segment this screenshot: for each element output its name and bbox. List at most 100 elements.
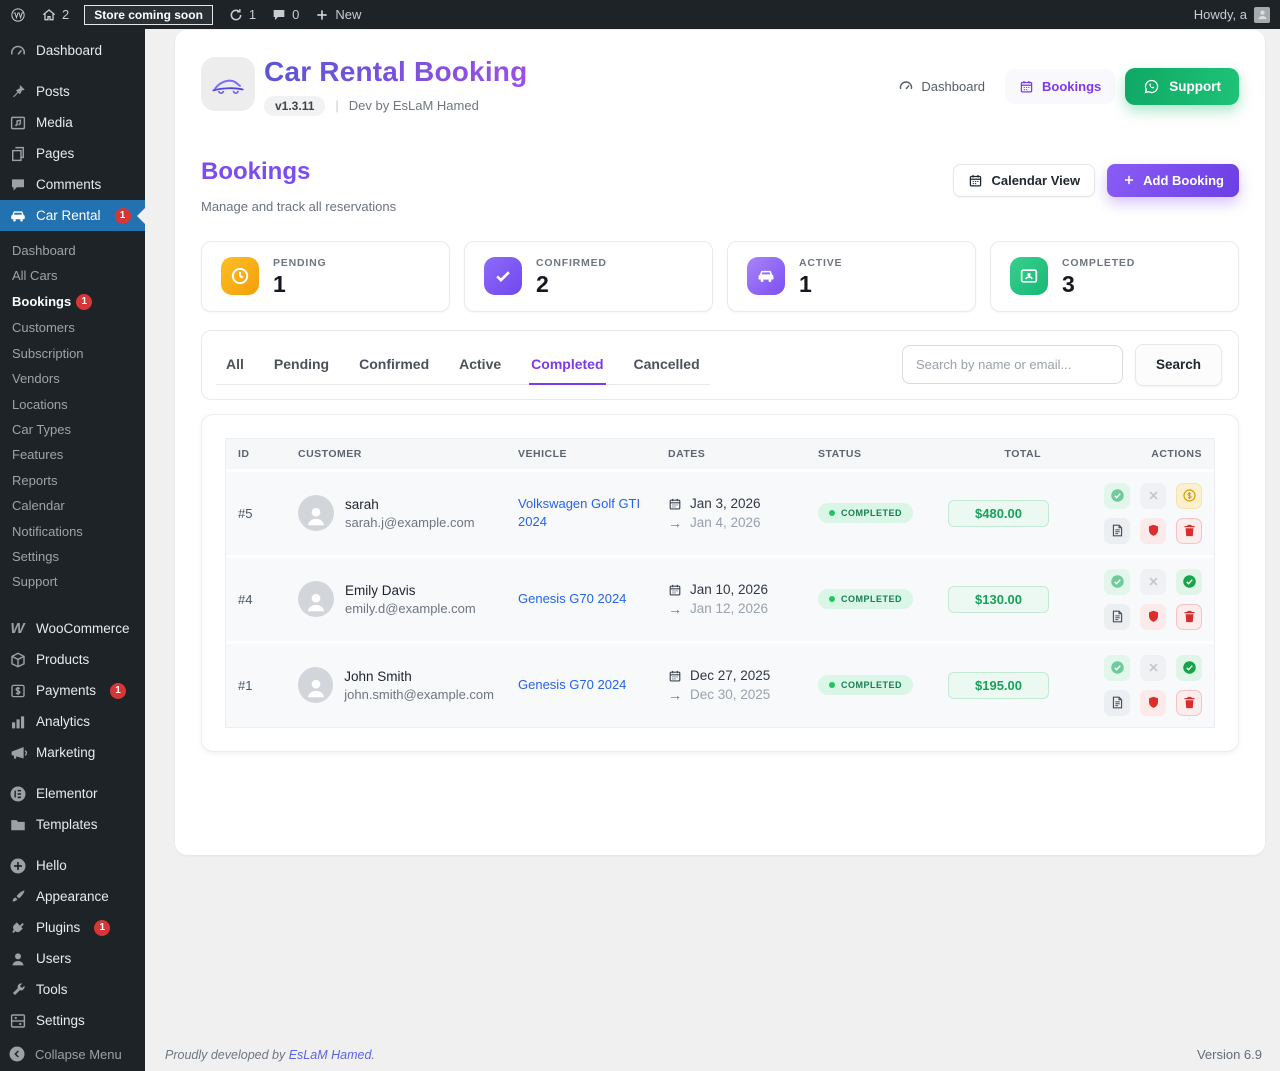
status-tabs: All Pending Confirmed Active Completed Cancel… — [216, 356, 710, 386]
sidebar-item-woocommerce[interactable]: W WooCommerce — [0, 613, 145, 644]
store-coming-soon-badge[interactable]: Store coming soon — [84, 4, 213, 25]
tab-cancelled[interactable]: Cancelled — [634, 356, 700, 372]
submenu-item-support[interactable]: Support — [0, 570, 145, 595]
bookings-table: ID CUSTOMER VEHICLE DATES STATUS TOTAL ACTIONS… — [225, 437, 1215, 728]
sidebar-item-appearance[interactable]: Appearance — [0, 881, 145, 912]
products-icon — [8, 651, 27, 669]
submenu-item-settings[interactable]: Settings — [0, 544, 145, 569]
action-trash-button[interactable] — [1176, 689, 1202, 716]
action-trash-button[interactable] — [1176, 603, 1202, 630]
site-home-menu[interactable]: 2 — [41, 7, 69, 23]
updates-menu[interactable]: 1 — [228, 7, 256, 23]
action-check-circle-button[interactable] — [1104, 482, 1130, 509]
submenu-item-customers[interactable]: Customers — [0, 316, 145, 341]
action-check-circle-button[interactable] — [1176, 568, 1202, 595]
developer-link[interactable]: EsLaM Hamed — [289, 1048, 372, 1062]
submenu-item-bookings[interactable]: Bookings 1 — [0, 289, 145, 316]
tab-all[interactable]: All — [226, 356, 244, 372]
nav-dashboard-link[interactable]: Dashboard — [888, 70, 995, 102]
vehicle-link[interactable]: Volkswagen Golf GTI 2024 — [518, 496, 640, 529]
account-menu[interactable]: Howdy, a — [1194, 6, 1280, 23]
collapse-menu-button[interactable]: Collapse Menu — [0, 1036, 145, 1071]
sidebar-item-tools[interactable]: Tools — [0, 974, 145, 1005]
submenu-item-all-cars[interactable]: All Cars — [0, 263, 145, 288]
users-icon — [8, 950, 27, 968]
submenu-item-locations[interactable]: Locations — [0, 392, 145, 417]
new-content-menu[interactable]: New — [314, 7, 361, 23]
action-x-button[interactable] — [1140, 568, 1166, 595]
submenu-item-subscription[interactable]: Subscription — [0, 341, 145, 366]
sidebar-item-analytics[interactable]: Analytics — [0, 706, 145, 737]
total-amount: $480.00 — [948, 499, 1049, 527]
action-x-button[interactable] — [1140, 654, 1166, 681]
submenu-item-notifications[interactable]: Notifications — [0, 519, 145, 544]
action-invoice-button[interactable] — [1104, 689, 1130, 716]
sidebar-item-products[interactable]: Products — [0, 644, 145, 675]
support-button[interactable]: Support — [1125, 67, 1239, 105]
home-icon — [41, 7, 57, 23]
sidebar-item-payments[interactable]: Payments 1 — [0, 675, 145, 706]
sidebar-item-comments[interactable]: Comments — [0, 169, 145, 200]
submenu-item-features[interactable]: Features — [0, 443, 145, 468]
action-invoice-button[interactable] — [1104, 603, 1130, 630]
booking-id: #1 — [238, 677, 253, 693]
dashboard-icon — [898, 78, 914, 94]
action-x-button[interactable] — [1140, 482, 1166, 509]
admin-menu: Dashboard Posts Media Pages Comments Car Rent… — [0, 29, 145, 1036]
sidebar-item-dashboard[interactable]: Dashboard — [0, 35, 145, 66]
sidebar-item-settings[interactable]: Settings — [0, 1005, 145, 1036]
count-badge: 1 — [114, 207, 131, 224]
vehicle-link[interactable]: Genesis G70 2024 — [518, 591, 626, 606]
status-dot — [829, 596, 835, 603]
tab-pending[interactable]: Pending — [274, 356, 329, 372]
collapse-menu-label: Collapse Menu — [35, 1046, 122, 1062]
action-trash-button[interactable] — [1176, 517, 1202, 544]
action-check-circle-button[interactable] — [1176, 654, 1202, 681]
submenu-item-dashboard[interactable]: Dashboard — [0, 238, 145, 263]
sidebar-item-label: Posts — [36, 84, 70, 99]
sidebar-item-elementor[interactable]: Elementor — [0, 778, 145, 809]
action-shield-button[interactable] — [1140, 517, 1166, 544]
action-shield-button[interactable] — [1140, 603, 1166, 630]
vehicle-link[interactable]: Genesis G70 2024 — [518, 677, 626, 692]
sidebar-item-templates[interactable]: Templates — [0, 809, 145, 840]
payments-icon — [8, 682, 27, 700]
version-badge: v1.3.11 — [264, 95, 326, 116]
nav-bookings-link[interactable]: Bookings — [1005, 68, 1116, 104]
action-check-circle-button[interactable] — [1104, 568, 1130, 595]
date-start: Jan 3, 2026 — [690, 496, 761, 512]
add-booking-button[interactable]: Add Booking — [1107, 163, 1239, 197]
sidebar-item-label: WooCommerce — [36, 621, 130, 637]
whatsapp-icon — [1143, 78, 1160, 95]
check-icon — [493, 266, 513, 286]
arrow-right-icon: → — [668, 686, 682, 703]
search-input[interactable] — [901, 345, 1123, 385]
submenu-item-reports[interactable]: Reports — [0, 468, 145, 493]
calendar-view-button[interactable]: Calendar View — [953, 163, 1096, 197]
action-check-circle-button[interactable] — [1104, 654, 1130, 681]
submenu-item-calendar[interactable]: Calendar — [0, 494, 145, 519]
stat-card-confirmed: CONFIRMED 2 — [464, 240, 713, 312]
tab-confirmed[interactable]: Confirmed — [359, 356, 429, 372]
submenu-item-car-types[interactable]: Car Types — [0, 417, 145, 442]
submenu-item-vendors[interactable]: Vendors — [0, 367, 145, 392]
sidebar-item-car-rental[interactable]: Car Rental 1 — [0, 200, 145, 231]
row-actions — [1065, 654, 1202, 716]
tab-active[interactable]: Active — [459, 356, 501, 372]
wordpress-logo[interactable] — [10, 7, 26, 23]
action-shield-button[interactable] — [1140, 689, 1166, 716]
sidebar-item-plugins[interactable]: Plugins 1 — [0, 912, 145, 943]
sidebar-item-media[interactable]: Media — [0, 107, 145, 138]
sidebar-item-marketing[interactable]: Marketing — [0, 737, 145, 768]
search-button[interactable]: Search — [1134, 343, 1222, 386]
column-header-status: STATUS — [818, 447, 862, 460]
arrow-right-icon: → — [668, 600, 682, 617]
action-invoice-button[interactable] — [1104, 517, 1130, 544]
tab-completed[interactable]: Completed — [529, 356, 606, 386]
sidebar-item-hello[interactable]: Hello — [0, 850, 145, 881]
action-dollar-button[interactable] — [1176, 482, 1202, 509]
comments-menu[interactable]: 0 — [271, 7, 299, 23]
sidebar-item-users[interactable]: Users — [0, 943, 145, 974]
sidebar-item-posts[interactable]: Posts — [0, 76, 145, 107]
sidebar-item-pages[interactable]: Pages — [0, 138, 145, 169]
